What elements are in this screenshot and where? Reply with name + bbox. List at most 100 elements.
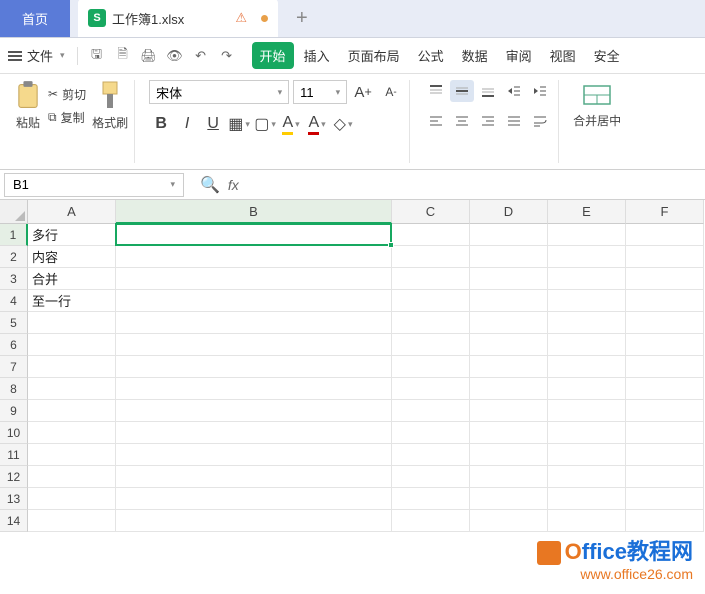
print-icon[interactable]: 🖨 (140, 47, 158, 65)
cell-E5[interactable] (548, 312, 626, 334)
cell-D1[interactable] (470, 224, 548, 246)
font-name-select[interactable]: 宋体 ▾ (149, 80, 289, 104)
cell-F9[interactable] (626, 400, 704, 422)
cell-F5[interactable] (626, 312, 704, 334)
save-icon[interactable]: 🖫 (88, 47, 106, 65)
cell-B3[interactable] (116, 268, 392, 290)
new-tab-button[interactable]: + (278, 0, 326, 37)
cell-F4[interactable] (626, 290, 704, 312)
col-header-F[interactable]: F (626, 200, 704, 224)
ribbon-tab-formula[interactable]: 公式 (410, 42, 452, 69)
cell-E6[interactable] (548, 334, 626, 356)
name-box[interactable]: B1 ▾ (4, 173, 184, 197)
row-header-5[interactable]: 5 (0, 312, 28, 334)
row-header-13[interactable]: 13 (0, 488, 28, 510)
wrap-text-button[interactable] (528, 110, 552, 132)
ribbon-tab-start[interactable]: 开始 (252, 42, 294, 69)
fx-icon[interactable]: fx (228, 177, 239, 193)
cell-B12[interactable] (116, 466, 392, 488)
cell-D11[interactable] (470, 444, 548, 466)
cell-D12[interactable] (470, 466, 548, 488)
cell-C8[interactable] (392, 378, 470, 400)
indent-decrease-button[interactable] (502, 80, 526, 102)
cell-C13[interactable] (392, 488, 470, 510)
bold-button[interactable]: B (149, 112, 173, 136)
formula-input[interactable] (251, 173, 705, 197)
cell-D7[interactable] (470, 356, 548, 378)
save-as-icon[interactable]: 🗎 (114, 47, 132, 65)
row-header-1[interactable]: 1 (0, 224, 28, 246)
indent-increase-button[interactable] (528, 80, 552, 102)
cell-E13[interactable] (548, 488, 626, 510)
ribbon-tab-view[interactable]: 视图 (542, 42, 584, 69)
align-center-button[interactable] (450, 110, 474, 132)
cell-E7[interactable] (548, 356, 626, 378)
cell-F1[interactable] (626, 224, 704, 246)
cell-A8[interactable] (28, 378, 116, 400)
cell-B11[interactable] (116, 444, 392, 466)
cell-B5[interactable] (116, 312, 392, 334)
cell-F12[interactable] (626, 466, 704, 488)
fill-handle[interactable] (388, 242, 394, 248)
cell-B2[interactable] (116, 246, 392, 268)
cell-B8[interactable] (116, 378, 392, 400)
cell-B4[interactable] (116, 290, 392, 312)
row-header-8[interactable]: 8 (0, 378, 28, 400)
cell-C1[interactable] (392, 224, 470, 246)
cell-C12[interactable] (392, 466, 470, 488)
row-header-6[interactable]: 6 (0, 334, 28, 356)
font-color-button[interactable]: A▾ (305, 112, 329, 136)
row-header-3[interactable]: 3 (0, 268, 28, 290)
cell-C6[interactable] (392, 334, 470, 356)
col-header-E[interactable]: E (548, 200, 626, 224)
row-header-11[interactable]: 11 (0, 444, 28, 466)
cell-A4[interactable]: 至一行 (28, 290, 116, 312)
row-header-7[interactable]: 7 (0, 356, 28, 378)
cell-A7[interactable] (28, 356, 116, 378)
cell-D5[interactable] (470, 312, 548, 334)
cell-C7[interactable] (392, 356, 470, 378)
col-header-B[interactable]: B (116, 200, 392, 224)
align-justify-button[interactable] (502, 110, 526, 132)
cell-D6[interactable] (470, 334, 548, 356)
align-bottom-button[interactable] (476, 80, 500, 102)
cell-A13[interactable] (28, 488, 116, 510)
cell-C9[interactable] (392, 400, 470, 422)
cell-C14[interactable] (392, 510, 470, 532)
cell-A5[interactable] (28, 312, 116, 334)
cell-C2[interactable] (392, 246, 470, 268)
cell-F2[interactable] (626, 246, 704, 268)
cell-C10[interactable] (392, 422, 470, 444)
border-button[interactable]: ▦▾ (227, 112, 251, 136)
undo-icon[interactable]: ↶ (192, 47, 210, 65)
copy-button[interactable]: ⧉ 复制 (48, 109, 86, 126)
cell-D13[interactable] (470, 488, 548, 510)
row-header-9[interactable]: 9 (0, 400, 28, 422)
col-header-C[interactable]: C (392, 200, 470, 224)
cell-D2[interactable] (470, 246, 548, 268)
align-top-button[interactable] (424, 80, 448, 102)
row-header-4[interactable]: 4 (0, 290, 28, 312)
cell-F11[interactable] (626, 444, 704, 466)
align-middle-button[interactable] (450, 80, 474, 102)
row-header-10[interactable]: 10 (0, 422, 28, 444)
cell-E10[interactable] (548, 422, 626, 444)
cell-A12[interactable] (28, 466, 116, 488)
ribbon-tab-security[interactable]: 安全 (586, 42, 628, 69)
cell-F10[interactable] (626, 422, 704, 444)
cell-E1[interactable] (548, 224, 626, 246)
cell-D14[interactable] (470, 510, 548, 532)
clear-format-button[interactable]: ◇▾ (331, 112, 355, 136)
select-all-button[interactable] (0, 200, 28, 224)
cell-F13[interactable] (626, 488, 704, 510)
cell-E2[interactable] (548, 246, 626, 268)
cell-A2[interactable]: 内容 (28, 246, 116, 268)
cell-B1[interactable] (116, 224, 392, 246)
highlight-button[interactable]: A▾ (279, 112, 303, 136)
italic-button[interactable]: I (175, 112, 199, 136)
cell-D3[interactable] (470, 268, 548, 290)
cell-A3[interactable]: 合并 (28, 268, 116, 290)
font-size-select[interactable]: 11 ▾ (293, 80, 347, 104)
cell-A9[interactable] (28, 400, 116, 422)
cell-C4[interactable] (392, 290, 470, 312)
